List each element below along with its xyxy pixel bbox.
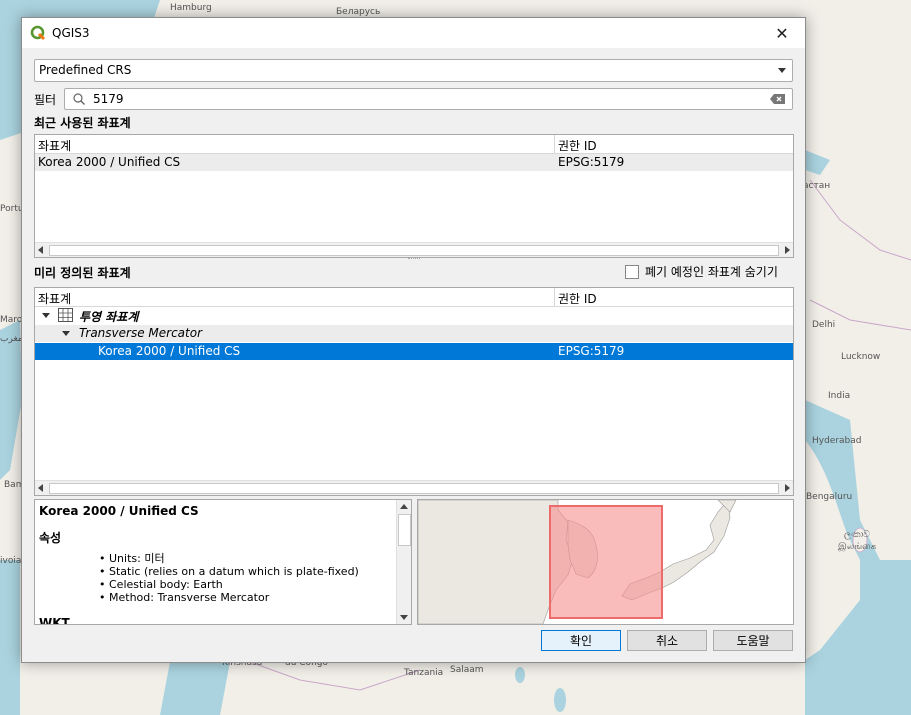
scrollbar-thumb[interactable] xyxy=(49,245,779,256)
column-header-authority-id[interactable]: 권한 ID xyxy=(558,137,597,154)
checkbox-box[interactable] xyxy=(625,264,639,279)
filter-value: 5179 xyxy=(93,92,124,106)
tree-group-projected[interactable]: 투영 좌표계 xyxy=(35,307,793,324)
map-label: ivoia xyxy=(0,556,22,566)
map-label: Portu xyxy=(0,204,24,214)
crs-authority-id: EPSG:5179 xyxy=(558,344,625,358)
crs-name: Korea 2000 / Unified CS xyxy=(38,155,181,169)
scrollbar-thumb[interactable] xyxy=(398,514,411,546)
scroll-right-icon[interactable] xyxy=(785,246,790,254)
scroll-left-icon[interactable] xyxy=(38,484,43,492)
crs-name: Korea 2000 / Unified CS xyxy=(98,344,241,358)
help-button[interactable]: 도움말 xyxy=(713,630,793,651)
list-item: Celestial body: Earth xyxy=(99,578,359,591)
expand-arrow-icon[interactable] xyxy=(62,331,70,336)
title-bar[interactable]: QGIS3 ✕ xyxy=(22,18,805,48)
window-title: QGIS3 xyxy=(52,26,90,40)
tree-subgroup-label: Transverse Mercator xyxy=(79,326,203,340)
recent-crs-title: 최근 사용된 좌표계 xyxy=(34,116,131,130)
crs-properties-list: Units: 미터 Static (relies on a datum whic… xyxy=(99,552,359,604)
crs-properties-heading: 속성 xyxy=(39,531,62,545)
filter-label: 필터 xyxy=(34,93,57,107)
map-label: Lucknow xyxy=(841,352,881,362)
crs-type-value: Predefined CRS xyxy=(39,63,132,77)
column-divider[interactable] xyxy=(554,135,555,153)
crs-type-dropdown[interactable]: Predefined CRS xyxy=(34,59,793,82)
map-label: Hamburg xyxy=(170,3,212,13)
hide-deprecated-label: 폐기 예정인 좌표계 숨기기 xyxy=(645,265,778,279)
table-header: 좌표계 권한 ID xyxy=(35,288,793,307)
close-button[interactable]: ✕ xyxy=(759,18,805,48)
map-label: Tanzania xyxy=(404,668,444,678)
map-label: ලංකාව xyxy=(844,530,870,540)
scroll-right-icon[interactable] xyxy=(785,484,790,492)
crs-info-panel: Korea 2000 / Unified CS 속성 Units: 미터 Sta… xyxy=(34,499,412,625)
map-label: Беларусь xyxy=(336,7,381,17)
column-header-authority-id[interactable]: 권한 ID xyxy=(558,290,597,307)
scroll-up-icon[interactable] xyxy=(400,504,408,509)
predefined-crs-title: 미리 정의된 좌표계 xyxy=(34,266,131,280)
close-icon: ✕ xyxy=(775,23,789,43)
scroll-down-icon[interactable] xyxy=(400,615,408,620)
filter-input[interactable]: 5179 xyxy=(64,88,793,110)
list-item: Static (relies on a datum which is plate… xyxy=(99,565,359,578)
extent-preview-map[interactable] xyxy=(417,499,794,625)
preview-map-canvas xyxy=(418,500,793,624)
tree-group-label: 투영 좌표계 xyxy=(79,310,139,324)
table-header: 좌표계 권한 ID xyxy=(35,135,793,154)
map-label: India xyxy=(828,391,851,401)
column-divider[interactable] xyxy=(554,288,555,306)
map-label: Bengaluru xyxy=(806,492,853,502)
crs-info-name: Korea 2000 / Unified CS xyxy=(39,504,199,518)
cancel-button[interactable]: 취소 xyxy=(627,630,707,651)
crs-authority-id: EPSG:5179 xyxy=(558,155,625,169)
predefined-crs-tree: 좌표계 권한 ID 투영 좌표계 Transverse Mercator Kor… xyxy=(34,287,794,496)
hide-deprecated-checkbox[interactable]: 폐기 예정인 좌표계 숨기기 xyxy=(625,263,778,280)
scroll-left-icon[interactable] xyxy=(38,246,43,254)
list-item: Method: Transverse Mercator xyxy=(99,591,359,604)
qgis-logo-icon xyxy=(30,25,46,41)
map-label: இலங்கை xyxy=(838,542,877,552)
expand-arrow-icon[interactable] xyxy=(42,313,50,318)
horizontal-scrollbar[interactable] xyxy=(35,242,793,257)
splitter-handle[interactable] xyxy=(408,258,420,262)
column-header-crs[interactable]: 좌표계 xyxy=(38,137,71,154)
chevron-down-icon xyxy=(778,68,786,73)
column-header-crs[interactable]: 좌표계 xyxy=(38,290,71,307)
wkt-heading: WKT xyxy=(39,616,70,625)
grid-icon xyxy=(58,308,73,322)
map-label: Delhi xyxy=(812,320,836,330)
table-row[interactable]: Korea 2000 / Unified CS EPSG:5179 xyxy=(35,154,793,171)
map-label: Hyderabad xyxy=(812,436,862,446)
list-item: Units: 미터 xyxy=(99,552,359,565)
selected-crs-row[interactable]: Korea 2000 / Unified CS EPSG:5179 xyxy=(35,343,793,360)
scrollbar-thumb[interactable] xyxy=(49,483,779,494)
ok-button[interactable]: 확인 xyxy=(541,630,621,651)
map-label: астан xyxy=(803,181,831,191)
recent-crs-table: 좌표계 권한 ID Korea 2000 / Unified CS EPSG:5… xyxy=(34,134,794,258)
tree-subgroup-transverse-mercator[interactable]: Transverse Mercator xyxy=(35,325,793,342)
clear-icon[interactable] xyxy=(770,93,786,105)
crs-selector-dialog: QGIS3 ✕ Predefined CRS 필터 5179 최근 사용된 좌표… xyxy=(21,17,806,663)
horizontal-scrollbar[interactable] xyxy=(35,480,793,495)
vertical-scrollbar[interactable] xyxy=(396,500,411,624)
search-icon xyxy=(73,93,85,105)
map-label: Salaam xyxy=(450,665,484,675)
